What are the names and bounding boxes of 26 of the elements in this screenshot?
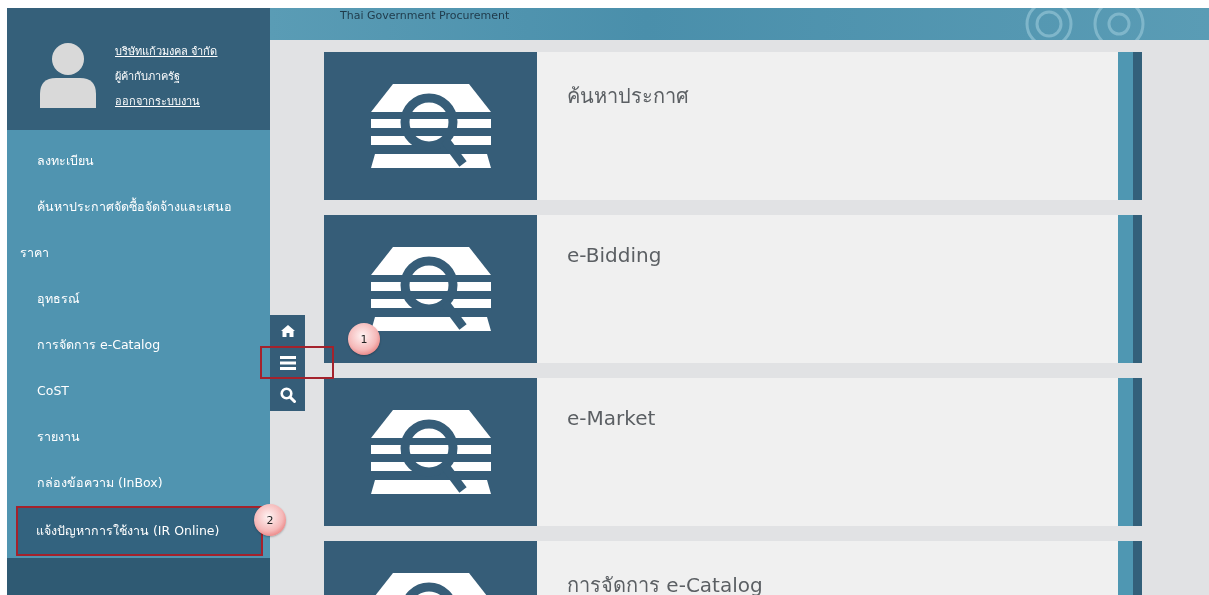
document-search-icon bbox=[370, 410, 491, 494]
menu-item[interactable]: ค้นหาประกาศจัดซื้อจัดจ้างและเสนอราคา bbox=[7, 184, 263, 276]
menu-item[interactable]: การจัดการ e-Catalog bbox=[7, 322, 263, 368]
card-title: e-Bidding bbox=[566, 242, 663, 269]
home-icon bbox=[279, 324, 296, 338]
menu-card[interactable]: e-Market bbox=[324, 378, 1142, 526]
card-title: ค้นหาประกาศ bbox=[566, 83, 690, 110]
menu-item[interactable]: แจ้งปัญหาการใช้งาน (IR Online) bbox=[18, 508, 261, 554]
home-button[interactable] bbox=[270, 315, 305, 347]
company-link[interactable]: บริษัทแก้วมงคล จำกัด bbox=[115, 42, 218, 60]
avatar-icon bbox=[38, 42, 98, 108]
menu-icon bbox=[279, 356, 296, 370]
menu-item[interactable]: กล่องข้อความ (InBox) bbox=[7, 460, 263, 506]
card-title: e-Market bbox=[566, 405, 657, 432]
menu-item[interactable]: ลงทะเบียน bbox=[7, 138, 263, 184]
menu-card[interactable]: ค้นหาประกาศ bbox=[324, 52, 1142, 200]
menu-item[interactable]: อุทธรณ์ bbox=[7, 276, 263, 322]
search-button[interactable] bbox=[270, 379, 305, 411]
document-search-icon bbox=[370, 247, 491, 331]
document-search-icon bbox=[370, 84, 491, 168]
menu-item[interactable]: CoST bbox=[7, 368, 263, 414]
search-icon bbox=[279, 387, 296, 403]
header-title: Thai Government Procurement bbox=[339, 8, 511, 22]
logout-link[interactable]: ออกจากระบบงาน bbox=[115, 92, 218, 110]
menu-item[interactable]: รายงาน bbox=[7, 414, 263, 460]
user-role: ผู้ค้ากับภาครัฐ bbox=[115, 69, 181, 85]
